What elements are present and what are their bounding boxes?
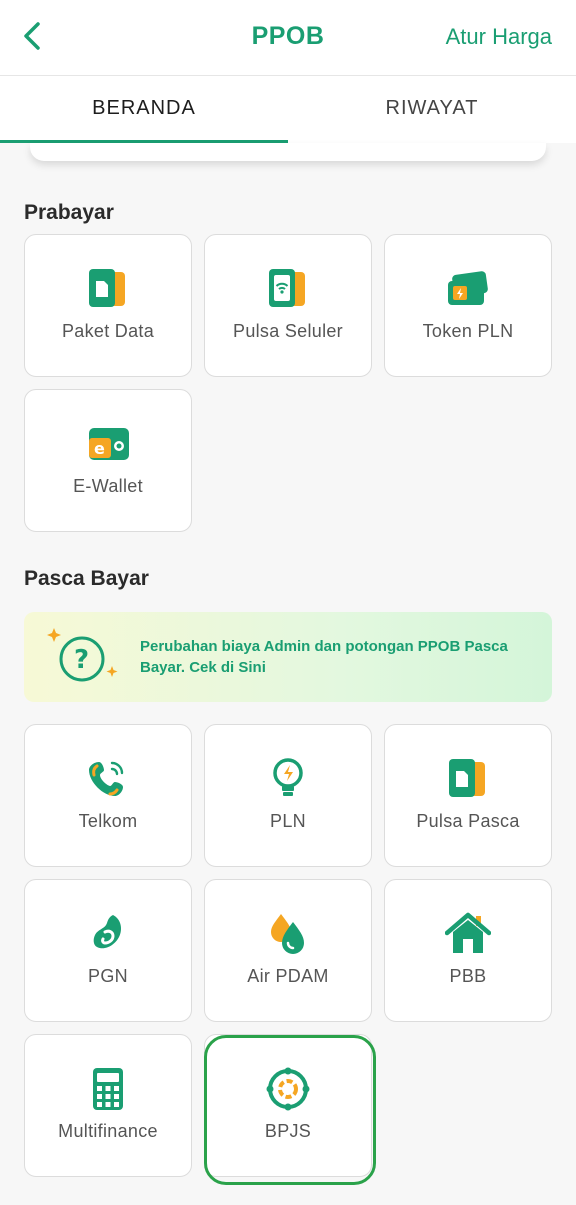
tile-pulsa-seluler[interactable]: Pulsa Seluler	[204, 234, 372, 377]
phone-signal-icon	[269, 269, 305, 307]
tile-telkom[interactable]: Telkom	[24, 724, 192, 867]
tile-label: PBB	[449, 966, 487, 986]
tile-label: Air PDAM	[247, 966, 329, 986]
house-icon	[445, 912, 491, 953]
section-title-pasca-bayar: Pasca Bayar	[24, 567, 149, 590]
water-drop-icon	[271, 914, 304, 954]
tab-bar: BERANDA RIWAYAT	[0, 77, 576, 143]
tile-label: Pulsa Seluler	[233, 321, 343, 341]
tile-pgn[interactable]: PGN	[24, 879, 192, 1022]
tile-label: Token PLN	[422, 321, 514, 341]
banner-text: Perubahan biaya Admin dan potongan PPOB …	[140, 638, 508, 676]
tile-pln[interactable]: PLN	[204, 724, 372, 867]
tile-label: E-Wallet	[73, 476, 143, 496]
tile-air-pdam[interactable]: Air PDAM	[204, 879, 372, 1022]
tile-label: PLN	[270, 811, 306, 831]
gas-flame-icon	[93, 915, 121, 949]
tile-token-pln[interactable]: Token PLN	[384, 234, 552, 377]
tile-pbb[interactable]: PBB	[384, 879, 552, 1022]
question-sparkle-icon: ?	[47, 628, 118, 682]
tile-label: Pulsa Pasca	[416, 811, 520, 831]
section-title-prabayar: Prabayar	[24, 201, 114, 224]
sim-card-icon	[449, 759, 485, 797]
electric-card-icon	[448, 271, 488, 305]
tile-label: BPJS	[264, 1121, 312, 1141]
tile-label: Paket Data	[61, 321, 155, 341]
calculator-icon	[93, 1068, 123, 1110]
light-bulb-icon	[273, 758, 303, 796]
svg-text:?: ?	[74, 645, 89, 675]
tile-label: PGN	[88, 966, 128, 986]
wallet-icon: e	[89, 428, 129, 460]
tile-pulsa-pasca[interactable]: Pulsa Pasca	[384, 724, 552, 867]
tile-label: Telkom	[78, 811, 138, 831]
tile-bpjs[interactable]: BPJS	[204, 1034, 372, 1177]
bpjs-logo-icon	[266, 1067, 310, 1111]
tab-riwayat[interactable]: RIWAYAT	[288, 77, 576, 143]
tile-label: Multifinance	[58, 1121, 158, 1141]
sim-card-icon	[89, 269, 125, 307]
tile-paket-data[interactable]: Paket Data	[24, 234, 192, 377]
atur-harga-button[interactable]: Atur Harga	[446, 24, 552, 50]
tab-beranda[interactable]: BERANDA	[0, 77, 288, 143]
app-header: PPOB Atur Harga	[0, 0, 576, 76]
summary-card-edge	[30, 143, 546, 161]
admin-fee-banner[interactable]: ? Perubahan biaya Admin dan potongan PPO…	[24, 612, 552, 702]
main-content: Prabayar Paket Data Pulsa Seluler Token …	[0, 143, 576, 1205]
telephone-icon	[89, 761, 124, 796]
tile-multifinance[interactable]: Multifinance	[24, 1034, 192, 1177]
tile-e-wallet[interactable]: e E-Wallet	[24, 389, 192, 532]
svg-text:e: e	[94, 439, 105, 458]
